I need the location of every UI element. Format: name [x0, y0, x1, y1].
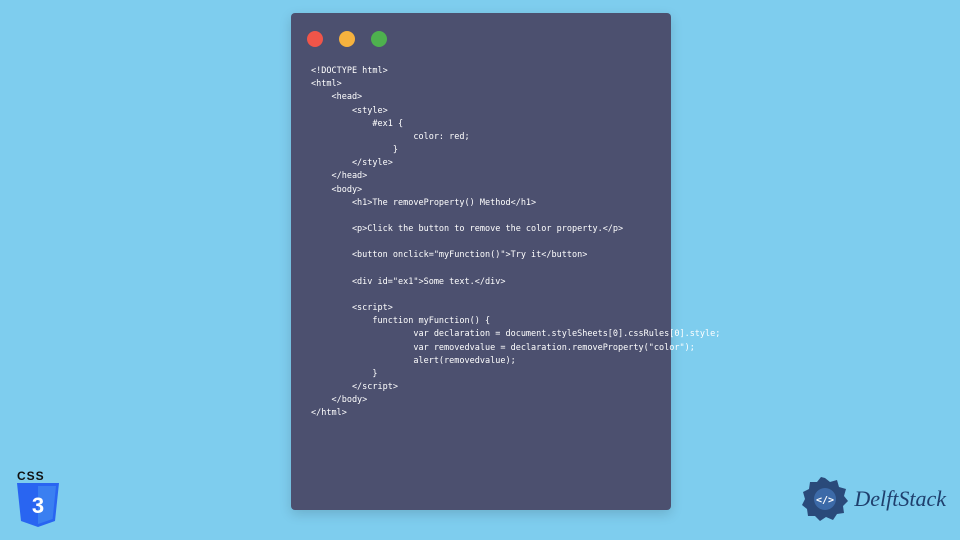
css3-logo: CSS 3 — [13, 469, 63, 527]
close-icon[interactable] — [307, 31, 323, 47]
delftstack-gear-icon: </> — [802, 476, 848, 522]
minimize-icon[interactable] — [339, 31, 355, 47]
css-shield-icon: 3 — [13, 483, 63, 527]
delftstack-text: DelftStack — [854, 486, 946, 512]
css-logo-number: 3 — [32, 493, 44, 518]
maximize-icon[interactable] — [371, 31, 387, 47]
css-logo-label: CSS — [17, 469, 45, 483]
window-traffic-lights — [291, 13, 671, 47]
svg-text:</>: </> — [816, 495, 834, 506]
code-content: <!DOCTYPE html> <html> <head> <style> #e… — [291, 47, 671, 441]
delftstack-logo: </> DelftStack — [802, 476, 946, 522]
code-editor-window: <!DOCTYPE html> <html> <head> <style> #e… — [291, 13, 671, 510]
